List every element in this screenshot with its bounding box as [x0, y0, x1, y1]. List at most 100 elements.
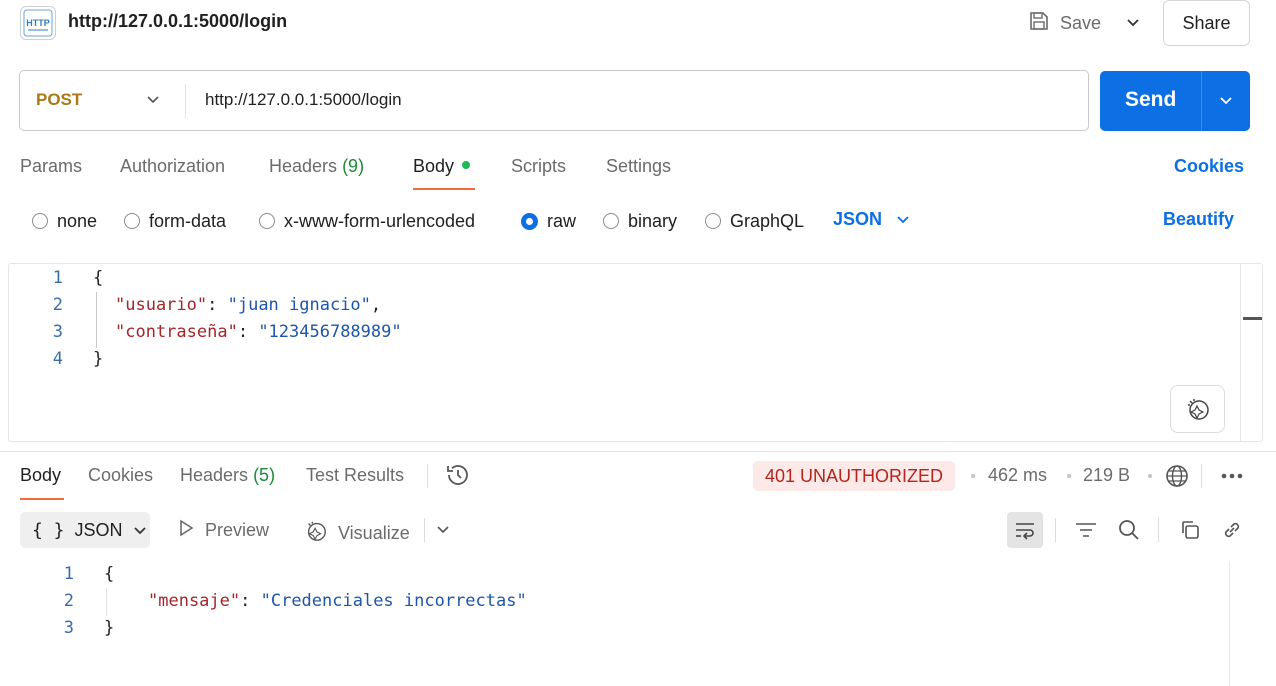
url-input[interactable]: http://127.0.0.1:5000/login [205, 90, 402, 110]
line-number: 2 [63, 591, 74, 611]
response-tab-headers-count: (5) [253, 465, 276, 485]
radio-none[interactable]: none [32, 209, 97, 233]
chevron-down-icon [133, 520, 147, 541]
svg-text:HTTP: HTTP [26, 18, 50, 28]
radio-form-data-circle[interactable] [124, 213, 140, 229]
response-time[interactable]: 462 ms [988, 465, 1047, 486]
editor-scrollbar-thumb[interactable] [1243, 317, 1262, 320]
json-key: "usuario" [115, 295, 208, 315]
indent-guide [96, 292, 97, 348]
copy-icon[interactable] [1176, 516, 1204, 544]
line-number: 3 [52, 322, 63, 342]
response-tab-headers[interactable]: Headers (5) [180, 465, 275, 486]
toolbar-separator [1158, 518, 1159, 542]
response-tab-cookies[interactable]: Cookies [88, 465, 153, 486]
method-select[interactable]: POST [36, 90, 82, 110]
visualize-button[interactable]: Visualize [304, 519, 410, 548]
send-options-chevron-down-icon[interactable] [1214, 89, 1238, 113]
json-open-brace: { [93, 268, 104, 288]
tab-scripts[interactable]: Scripts [511, 156, 566, 177]
send-label[interactable]: Send [1125, 88, 1176, 112]
radio-urlencoded-label: x-www-form-urlencoded [284, 210, 476, 231]
tab-headers[interactable]: Headers (9) [269, 156, 364, 177]
radio-urlencoded-circle[interactable] [259, 213, 275, 229]
radio-none-label: none [57, 210, 98, 231]
json-line-contrasena: "contraseña": "123456788989" [115, 322, 402, 342]
globe-icon[interactable] [1164, 463, 1190, 494]
response-active-tab-underline [20, 498, 64, 500]
beautify-button[interactable]: Beautify [1163, 209, 1234, 230]
save-icon [1028, 10, 1050, 37]
more-options-icon[interactable] [1219, 468, 1245, 489]
ai-assist-sparkle-icon[interactable] [1170, 385, 1225, 433]
tab-body[interactable]: Body [413, 156, 471, 177]
response-format-label: JSON [74, 519, 123, 540]
share-button[interactable]: Share [1163, 0, 1250, 46]
chevron-down-icon [896, 209, 910, 230]
http-request-icon: HTTP [20, 6, 56, 40]
json-close-brace: } [104, 618, 115, 638]
json-open-brace: { [104, 564, 115, 584]
indent-guide [106, 588, 107, 616]
save-options-chevron-down-icon[interactable] [1118, 8, 1148, 38]
toolbar-separator [1055, 518, 1056, 542]
link-icon[interactable] [1218, 516, 1246, 544]
play-icon [177, 519, 195, 542]
status-badge[interactable]: 401 UNAUTHORIZED [753, 461, 956, 491]
meta-separator-dot [971, 474, 975, 478]
tab-body-label: Body [413, 156, 455, 176]
json-line-mensaje: "mensaje": "Credenciales incorrectas" [148, 591, 527, 611]
visualize-sparkle-icon [304, 519, 328, 548]
line-number: 3 [63, 618, 74, 638]
tab-params[interactable]: Params [20, 156, 82, 177]
meta-separator-dot [1067, 474, 1071, 478]
radio-form-data[interactable]: form-data [124, 209, 226, 233]
tab-separator [427, 464, 428, 488]
toolbar-separator [424, 518, 425, 542]
radio-graphql-circle[interactable] [705, 213, 721, 229]
radio-none-circle[interactable] [32, 213, 48, 229]
radio-graphql[interactable]: GraphQL [705, 209, 804, 233]
radio-graphql-label: GraphQL [730, 210, 805, 231]
radio-raw-circle[interactable] [521, 212, 538, 230]
line-number: 1 [52, 268, 63, 288]
save-button[interactable]: Save [1028, 8, 1101, 38]
active-tab-underline [413, 188, 475, 190]
tab-authorization[interactable]: Authorization [120, 156, 225, 177]
body-modified-dot [462, 161, 471, 170]
response-tab-body[interactable]: Body [20, 465, 61, 486]
request-response-divider[interactable] [0, 451, 1276, 452]
radio-form-data-label: form-data [149, 210, 227, 231]
response-size[interactable]: 219 B [1083, 465, 1130, 486]
cookies-link[interactable]: Cookies [1174, 156, 1244, 177]
history-icon[interactable] [445, 462, 471, 493]
meta-separator-dot [1148, 474, 1152, 478]
wrap-lines-icon[interactable] [1007, 512, 1043, 548]
preview-button[interactable]: Preview [177, 519, 269, 542]
method-chevron-down-icon[interactable] [142, 88, 164, 112]
request-bar [19, 70, 1089, 131]
radio-binary-label: binary [628, 210, 678, 231]
response-scrollbar-track [1229, 561, 1230, 686]
json-value: "Credenciales incorrectas" [260, 591, 527, 611]
filter-icon[interactable] [1072, 516, 1100, 544]
visualize-options-chevron-down-icon[interactable] [434, 521, 452, 544]
visualize-label: Visualize [338, 523, 410, 543]
search-icon[interactable] [1115, 516, 1143, 544]
tab-settings[interactable]: Settings [606, 156, 671, 177]
editor-scrollbar-track [1240, 264, 1241, 441]
radio-binary[interactable]: binary [603, 209, 677, 233]
body-format-select[interactable]: JSON [833, 209, 910, 230]
response-format-select[interactable]: { } JSON [20, 512, 150, 548]
response-tab-test-results[interactable]: Test Results [306, 465, 404, 486]
json-value: "juan ignacio" [227, 295, 371, 315]
line-number: 1 [63, 564, 74, 584]
json-close-brace: } [93, 349, 104, 369]
body-format-label: JSON [833, 209, 883, 229]
radio-raw-label: raw [547, 210, 577, 231]
radio-raw[interactable]: raw [521, 209, 576, 233]
radio-binary-circle[interactable] [603, 213, 619, 229]
request-body-editor[interactable] [8, 263, 1263, 442]
radio-urlencoded[interactable]: x-www-form-urlencoded [259, 209, 475, 233]
request-title: http://127.0.0.1:5000/login [68, 11, 288, 31]
